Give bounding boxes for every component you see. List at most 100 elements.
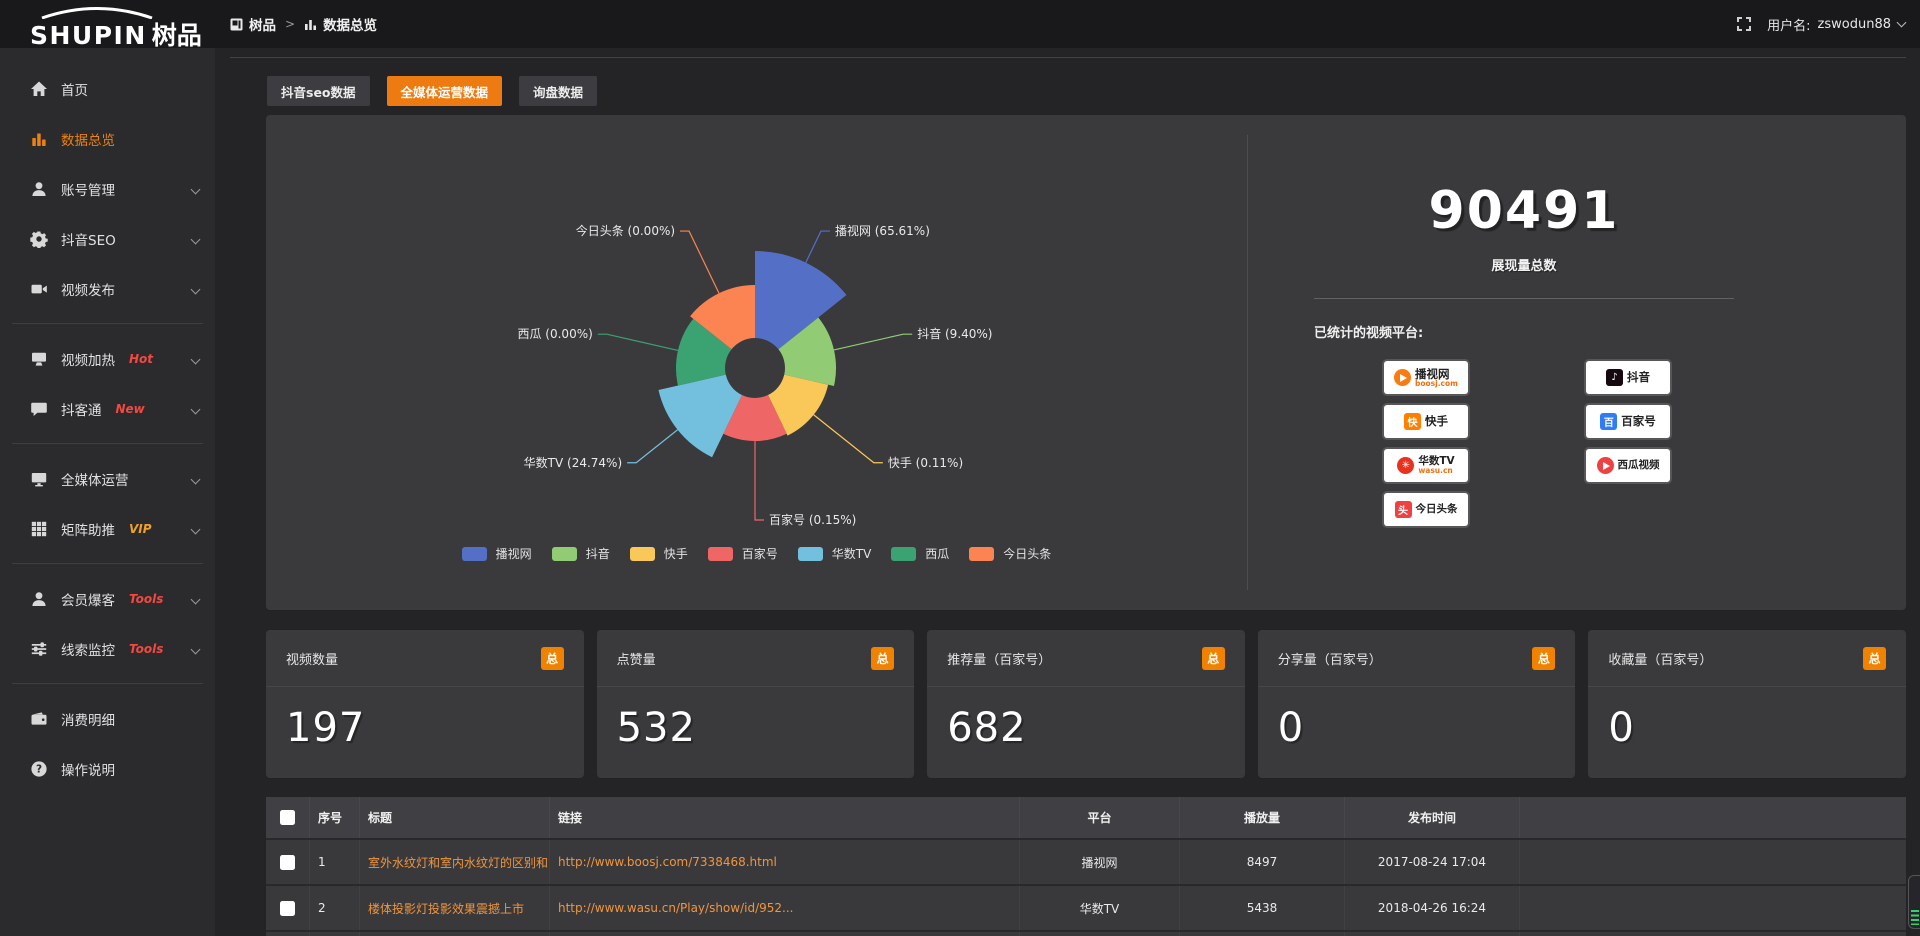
total-badge[interactable]: 总 — [1532, 647, 1555, 670]
wasu-logo: ✳ — [1397, 457, 1414, 474]
gear-icon — [30, 230, 48, 248]
table-cell[interactable]: http://www.wasu.cn/Play/show/id/952... — [550, 886, 1020, 930]
member-icon — [30, 590, 48, 608]
sidebar-item-10[interactable]: 会员爆客Tools — [0, 574, 215, 624]
table-cell — [1520, 886, 1906, 930]
platform-badge-百家号[interactable]: 百百家号 — [1586, 405, 1670, 438]
sidebar-item-3[interactable]: 账号管理 — [0, 164, 215, 214]
legend-label: 今日头条 — [1003, 545, 1051, 562]
row-checkbox-cell — [266, 932, 310, 936]
stat-card-2: 点赞量总532 — [597, 630, 915, 778]
rose-chart[interactable]: 播视网 (65.61%)抖音 (9.40%)快手 (0.11%)百家号 (0.1… — [266, 115, 1247, 585]
sidebar-item-13[interactable]: ?操作说明 — [0, 744, 215, 794]
table-row-3 — [266, 930, 1906, 936]
stat-card-header: 分享量（百家号）总 — [1258, 630, 1576, 687]
legend-item-抖音[interactable]: 抖音 — [552, 545, 610, 562]
table-cell: 华数TV — [1020, 886, 1180, 930]
sidebar-item-4[interactable]: 抖音SEO — [0, 214, 215, 264]
table-cell[interactable]: http://www.boosj.com/7338468.html — [550, 840, 1020, 884]
sidebar-item-badge: Tools — [129, 642, 163, 656]
pie-slice-华数TV[interactable] — [658, 375, 742, 458]
tab-3[interactable]: 询盘数据 — [519, 76, 597, 106]
sidebar-item-label: 首页 — [61, 79, 88, 99]
total-badge[interactable]: 总 — [871, 647, 894, 670]
legend-item-快手[interactable]: 快手 — [630, 545, 688, 562]
total-badge[interactable]: 总 — [1202, 647, 1225, 670]
legend-item-百家号[interactable]: 百家号 — [708, 545, 778, 562]
xigua-logo — [1597, 457, 1614, 474]
platform-badge-西瓜视频[interactable]: 西瓜视频 — [1586, 449, 1670, 482]
sidebar-item-5[interactable]: 视频发布 — [0, 264, 215, 314]
chevron-down-icon — [191, 524, 201, 534]
sidebar-item-11[interactable]: 线索监控Tools — [0, 624, 215, 674]
scrollbar-widget[interactable] — [1908, 875, 1920, 929]
summary-panel: 90491 展现量总数 已统计的视频平台: 播视网boosj.com快快手✳华数… — [1247, 135, 1906, 590]
user-menu[interactable]: 用户名: zswodun88 — [1767, 15, 1905, 34]
sidebar-divider — [12, 323, 203, 324]
table-cell[interactable]: 室外水纹灯和室内水纹灯的区别和简介 — [360, 840, 550, 884]
sidebar-item-label: 矩阵助推 — [61, 519, 115, 539]
sidebar-divider — [12, 443, 203, 444]
kuaishou-logo: 快 — [1404, 413, 1421, 430]
dashboard-page: SHUPIN 树品 树品 > 数据总览 用户名: zswodun88 首页 — [0, 0, 1920, 936]
label-line-播视网 — [806, 231, 830, 263]
table-cell: 8497 — [1180, 840, 1345, 884]
fullscreen-icon[interactable] — [1737, 17, 1751, 31]
platform-name: 今日头条 — [1416, 504, 1458, 515]
sidebar-item-12[interactable]: 消费明细 — [0, 694, 215, 744]
row-checkbox[interactable] — [280, 901, 295, 916]
legend-label: 华数TV — [832, 545, 872, 562]
main-content: 抖音seo数据全媒体运营数据询盘数据 播视网 (65.61%)抖音 (9.40%… — [215, 48, 1920, 936]
stat-card-4: 分享量（百家号）总0 — [1258, 630, 1576, 778]
platform-badge-今日头条[interactable]: 头今日头条 — [1384, 493, 1468, 526]
help-icon: ? — [30, 760, 48, 778]
chevron-down-icon — [191, 234, 201, 244]
table-cell: 2 — [310, 886, 360, 930]
breadcrumb-current[interactable]: 数据总览 — [304, 14, 377, 34]
platform-badge-快手[interactable]: 快快手 — [1384, 405, 1468, 438]
legend-item-西瓜[interactable]: 西瓜 — [891, 545, 949, 562]
legend-swatch — [798, 547, 823, 561]
chart-legend: 播视网 抖音 快手 百家号 华数TV 西瓜 今日头条 — [266, 545, 1247, 562]
monitor-stand-icon — [30, 350, 48, 368]
sidebar-item-1[interactable]: 首页 — [0, 64, 215, 114]
sidebar-item-2[interactable]: 数据总览 — [0, 114, 215, 164]
legend-item-播视网[interactable]: 播视网 — [462, 545, 532, 562]
tab-1[interactable]: 抖音seo数据 — [267, 76, 370, 106]
legend-label: 抖音 — [586, 545, 610, 562]
select-all-checkbox[interactable] — [280, 810, 295, 825]
summary-divider — [1314, 298, 1734, 299]
table-cell — [1020, 932, 1180, 936]
sidebar-item-6[interactable]: 视频加热Hot — [0, 334, 215, 384]
stat-card-value: 0 — [1588, 687, 1906, 751]
sidebar-item-badge: Hot — [129, 352, 153, 366]
platform-badge-播视网[interactable]: 播视网boosj.com — [1384, 361, 1468, 394]
pie-label-播视网: 播视网 (65.61%) — [835, 223, 930, 238]
legend-item-华数TV[interactable]: 华数TV — [798, 545, 872, 562]
row-checkbox[interactable] — [280, 855, 295, 870]
bar-chart-icon — [30, 130, 48, 148]
sidebar-item-badge: Tools — [129, 592, 163, 606]
sliders-icon — [30, 640, 48, 658]
grid-icon — [30, 520, 48, 538]
header-divider — [230, 57, 1906, 58]
platform-badge-华数TV[interactable]: ✳华数TVwasu.cn — [1384, 449, 1468, 482]
tab-2[interactable]: 全媒体运营数据 — [387, 76, 503, 106]
app-logo[interactable]: SHUPIN 树品 — [30, 4, 210, 46]
sidebar-item-7[interactable]: 抖客通New — [0, 384, 215, 434]
table-header-cell: 链接 — [550, 797, 1020, 838]
table-cell[interactable]: 楼体投影灯投影效果震撼上市 — [360, 886, 550, 930]
table-cell — [1180, 932, 1345, 936]
total-badge[interactable]: 总 — [1863, 647, 1886, 670]
platform-badge-抖音[interactable]: ♪抖音 — [1586, 361, 1670, 394]
sidebar-item-9[interactable]: 矩阵助推VIP — [0, 504, 215, 554]
table-cell — [550, 932, 1020, 936]
sidebar-item-8[interactable]: 全媒体运营 — [0, 454, 215, 504]
legend-label: 播视网 — [496, 545, 532, 562]
total-badge[interactable]: 总 — [541, 647, 564, 670]
total-impressions-value: 90491 — [1314, 181, 1734, 241]
sidebar-item-label: 消费明细 — [61, 709, 115, 729]
sidebar-item-label: 账号管理 — [61, 179, 115, 199]
breadcrumb-root[interactable]: 树品 — [230, 14, 276, 34]
legend-item-今日头条[interactable]: 今日头条 — [969, 545, 1051, 562]
